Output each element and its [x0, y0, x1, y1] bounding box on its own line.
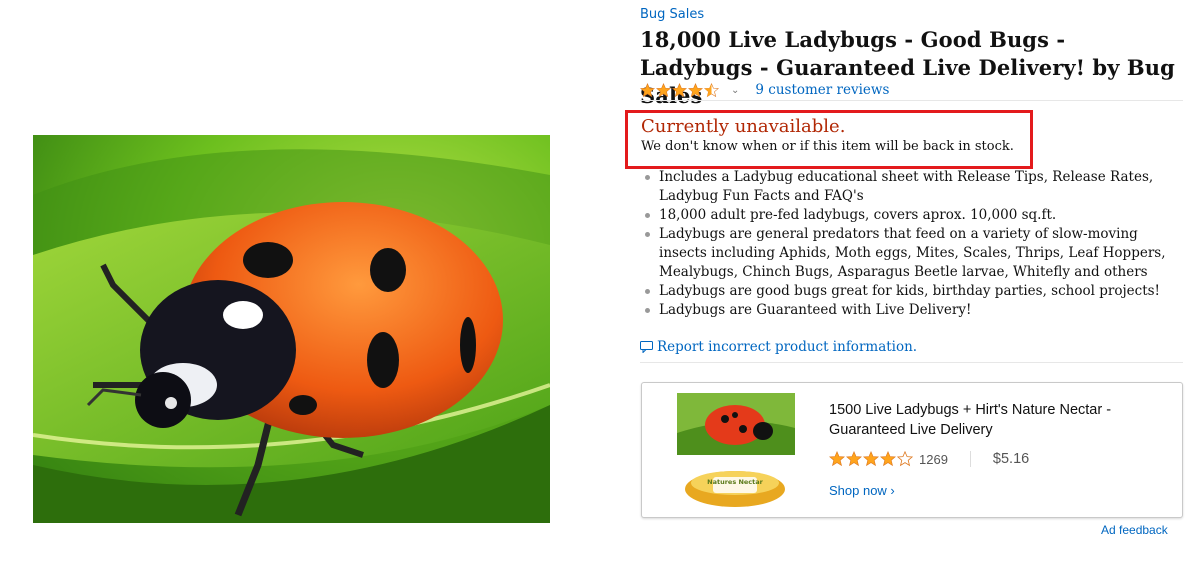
- feature-bullet: Includes a Ladybug educational sheet wit…: [640, 168, 1185, 206]
- star-full-icon: [672, 82, 687, 97]
- star-full-icon: [846, 451, 862, 467]
- availability-status: Currently unavailable.: [641, 116, 846, 137]
- ad-price: $5.16: [992, 451, 1030, 467]
- star-half-icon: [704, 82, 719, 97]
- feature-bullet: Ladybugs are good bugs great for kids, b…: [640, 282, 1185, 301]
- ad-product-thumbnail[interactable]: Natures Nectar: [677, 393, 795, 508]
- star-rating[interactable]: [640, 82, 719, 98]
- star-full-icon: [656, 82, 671, 97]
- shop-now-link[interactable]: Shop now ›: [829, 483, 895, 498]
- feature-bullet: Ladybugs are Guaranteed with Live Delive…: [640, 301, 1185, 320]
- report-incorrect-info-link[interactable]: Report incorrect product information.: [640, 339, 917, 355]
- divider: [969, 451, 971, 467]
- ladybug-photo: [33, 135, 550, 523]
- star-full-icon: [688, 82, 703, 97]
- ad-meta-row: 1269 $5.16: [829, 451, 1029, 467]
- divider: [640, 100, 1183, 101]
- ad-feedback-link[interactable]: Ad feedback: [1101, 523, 1168, 537]
- customer-reviews-link[interactable]: 9 customer reviews: [755, 82, 889, 98]
- speech-bubble-icon: [640, 341, 653, 353]
- feature-bullet: Ladybugs are general predators that feed…: [640, 225, 1185, 282]
- feature-bullets: Includes a Ladybug educational sheet wit…: [640, 168, 1185, 320]
- ad-star-rating[interactable]: [829, 451, 913, 467]
- ad-thumb-label: Natures Nectar: [707, 478, 764, 486]
- ad-product-title[interactable]: 1500 Live Ladybugs + Hirt's Nature Necta…: [829, 400, 1159, 440]
- star-full-icon: [863, 451, 879, 467]
- sponsored-ad-card[interactable]: Natures Nectar 1500 Live Ladybugs + Hirt…: [641, 382, 1183, 518]
- star-full-icon: [829, 451, 845, 467]
- report-link-text: Report incorrect product information.: [657, 339, 918, 355]
- chevron-down-icon[interactable]: ⌄: [731, 85, 739, 96]
- availability-message: We don't know when or if this item will …: [641, 139, 1014, 154]
- star-empty-icon: [897, 451, 913, 467]
- divider: [640, 362, 1183, 363]
- rating-row: ⌄ 9 customer reviews: [640, 81, 889, 99]
- product-image[interactable]: [33, 135, 550, 523]
- star-full-icon: [640, 82, 655, 97]
- ad-rating-count[interactable]: 1269: [919, 452, 948, 467]
- feature-bullet: 18,000 adult pre-fed ladybugs, covers ap…: [640, 206, 1185, 225]
- star-full-icon: [880, 451, 896, 467]
- brand-link[interactable]: Bug Sales: [640, 7, 704, 22]
